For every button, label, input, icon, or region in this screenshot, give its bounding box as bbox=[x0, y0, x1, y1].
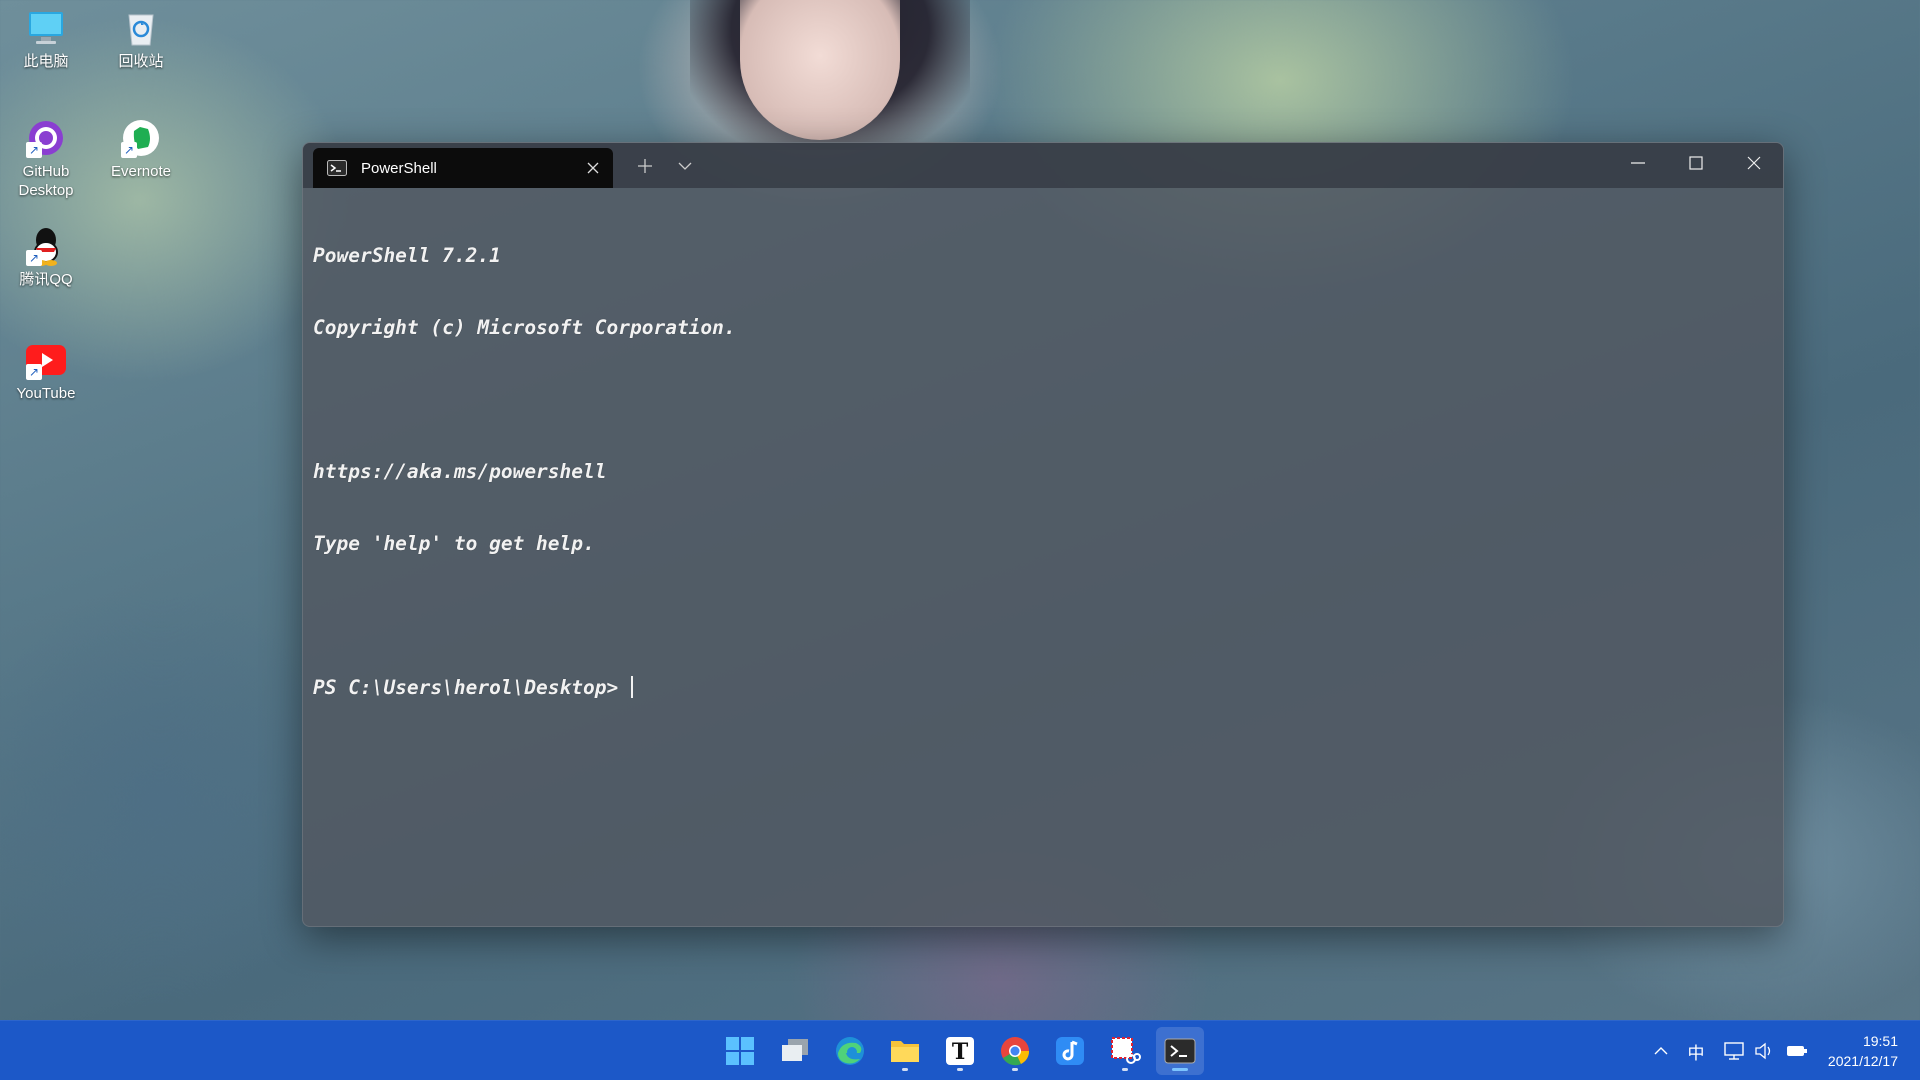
new-tab-button[interactable] bbox=[625, 149, 665, 183]
desktop-icon-qq[interactable]: ↗ 腾讯QQ bbox=[0, 226, 94, 289]
taskbar-typora-button[interactable]: T bbox=[936, 1027, 984, 1075]
taskbar-clock[interactable]: 19:51 2021/12/17 bbox=[1828, 1031, 1898, 1071]
tab-title: PowerShell bbox=[361, 159, 437, 177]
minimize-icon bbox=[1631, 162, 1645, 164]
title-bar[interactable]: PowerShell bbox=[303, 143, 1783, 188]
tab-dropdown-button[interactable] bbox=[665, 149, 705, 183]
taskbar-task-view-button[interactable] bbox=[771, 1027, 819, 1075]
volume-icon bbox=[1755, 1042, 1771, 1060]
qq-icon: ↗ bbox=[26, 226, 66, 266]
battery-icon bbox=[1787, 1046, 1807, 1056]
tray-volume-button[interactable] bbox=[1750, 1021, 1778, 1080]
taskbar-snipping-tool-button[interactable] bbox=[1101, 1027, 1149, 1075]
task-view-icon bbox=[782, 1039, 808, 1061]
terminal-prompt-line[interactable]: PS C:\Users\herol\Desktop> bbox=[313, 676, 1773, 700]
chevron-up-icon bbox=[1654, 1047, 1668, 1055]
desktop-icon-this-pc[interactable]: 此电脑 bbox=[0, 8, 94, 71]
tray-battery-button[interactable] bbox=[1782, 1021, 1812, 1080]
shortcut-arrow-icon: ↗ bbox=[121, 142, 137, 158]
network-icon bbox=[1724, 1042, 1744, 1060]
desktop-icon-label: 腾讯QQ bbox=[19, 271, 73, 288]
shortcut-arrow-icon: ↗ bbox=[26, 142, 42, 158]
close-icon bbox=[1747, 156, 1761, 170]
taskbar-music-button[interactable] bbox=[1046, 1027, 1094, 1075]
taskbar-file-explorer-button[interactable] bbox=[881, 1027, 929, 1075]
desktop-icon-label: 回收站 bbox=[118, 53, 164, 70]
taskbar-terminal-button[interactable] bbox=[1156, 1027, 1204, 1075]
typora-icon: T bbox=[946, 1037, 974, 1065]
taskbar-edge-button[interactable] bbox=[826, 1027, 874, 1075]
evernote-icon: ↗ bbox=[121, 118, 161, 158]
ime-indicator[interactable]: 中 bbox=[1682, 1021, 1710, 1080]
maximize-icon bbox=[1689, 156, 1703, 170]
folder-icon bbox=[891, 1041, 919, 1062]
clock-time: 19:51 bbox=[1862, 1033, 1898, 1049]
desktop-icon-label: Evernote bbox=[110, 163, 172, 180]
desktop-icon-github-desktop[interactable]: ↗ GitHub Desktop bbox=[0, 118, 94, 200]
minimize-button[interactable] bbox=[1609, 143, 1667, 183]
shortcut-arrow-icon: ↗ bbox=[26, 250, 42, 266]
taskbar-start-button[interactable] bbox=[716, 1027, 764, 1075]
terminal-line: https://aka.ms/powershell bbox=[313, 460, 607, 483]
recycle-bin-icon bbox=[121, 8, 161, 48]
terminal-window[interactable]: PowerShell PowerShell 7.2.1 Copyright (c… bbox=[302, 142, 1784, 927]
tab-powershell[interactable]: PowerShell bbox=[313, 148, 613, 188]
tab-close-button[interactable] bbox=[583, 158, 603, 178]
taskbar-chrome-button[interactable] bbox=[991, 1027, 1039, 1075]
terminal-line: Type 'help' to get help. bbox=[313, 532, 595, 555]
snipping-tool-icon bbox=[1111, 1037, 1141, 1064]
plus-icon bbox=[638, 159, 652, 173]
close-icon bbox=[587, 162, 599, 174]
text-cursor bbox=[630, 676, 633, 698]
youtube-icon: ↗ bbox=[26, 340, 66, 380]
running-indicator bbox=[1122, 1068, 1128, 1071]
clock-date: 2021/12/17 bbox=[1827, 1053, 1898, 1069]
desktop-icon-youtube[interactable]: ↗ YouTube bbox=[0, 340, 94, 403]
edge-icon bbox=[836, 1037, 864, 1065]
terminal-line: Copyright (c) Microsoft Corporation. bbox=[313, 316, 736, 339]
computer-icon bbox=[26, 8, 66, 48]
running-indicator bbox=[902, 1068, 908, 1071]
github-desktop-icon: ↗ bbox=[26, 118, 66, 158]
tray-network-button[interactable] bbox=[1720, 1021, 1748, 1080]
music-app-icon bbox=[1056, 1037, 1084, 1065]
terminal-prompt: PS C:\Users\herol\Desktop> bbox=[313, 676, 630, 699]
ime-label: 中 bbox=[1687, 1043, 1705, 1063]
desktop-icon-evernote[interactable]: ↗ Evernote bbox=[93, 118, 189, 181]
powershell-icon bbox=[327, 160, 347, 176]
tray-overflow-button[interactable] bbox=[1648, 1021, 1674, 1080]
taskbar: T 中 19:51 2021/12/17 bbox=[0, 1020, 1920, 1080]
close-window-button[interactable] bbox=[1725, 143, 1783, 183]
running-indicator bbox=[957, 1068, 963, 1071]
desktop-icon-recycle-bin[interactable]: 回收站 bbox=[93, 8, 189, 71]
terminal-line: PowerShell 7.2.1 bbox=[313, 244, 501, 267]
chevron-down-icon bbox=[678, 162, 692, 170]
desktop-icon-label: YouTube bbox=[16, 385, 76, 402]
running-indicator bbox=[1012, 1068, 1018, 1071]
desktop-icon-label: Desktop bbox=[18, 182, 74, 199]
running-indicator bbox=[1172, 1068, 1188, 1071]
maximize-button[interactable] bbox=[1667, 143, 1725, 183]
desktop-icon-label: GitHub bbox=[22, 163, 70, 180]
windows-start-icon bbox=[726, 1037, 754, 1065]
svg-text:T: T bbox=[952, 1039, 969, 1065]
desktop-icon-label: 此电脑 bbox=[23, 53, 69, 70]
chrome-icon bbox=[1001, 1037, 1030, 1066]
shortcut-arrow-icon: ↗ bbox=[26, 364, 42, 380]
terminal-output[interactable]: PowerShell 7.2.1 Copyright (c) Microsoft… bbox=[313, 196, 1773, 916]
terminal-icon bbox=[1164, 1038, 1196, 1064]
